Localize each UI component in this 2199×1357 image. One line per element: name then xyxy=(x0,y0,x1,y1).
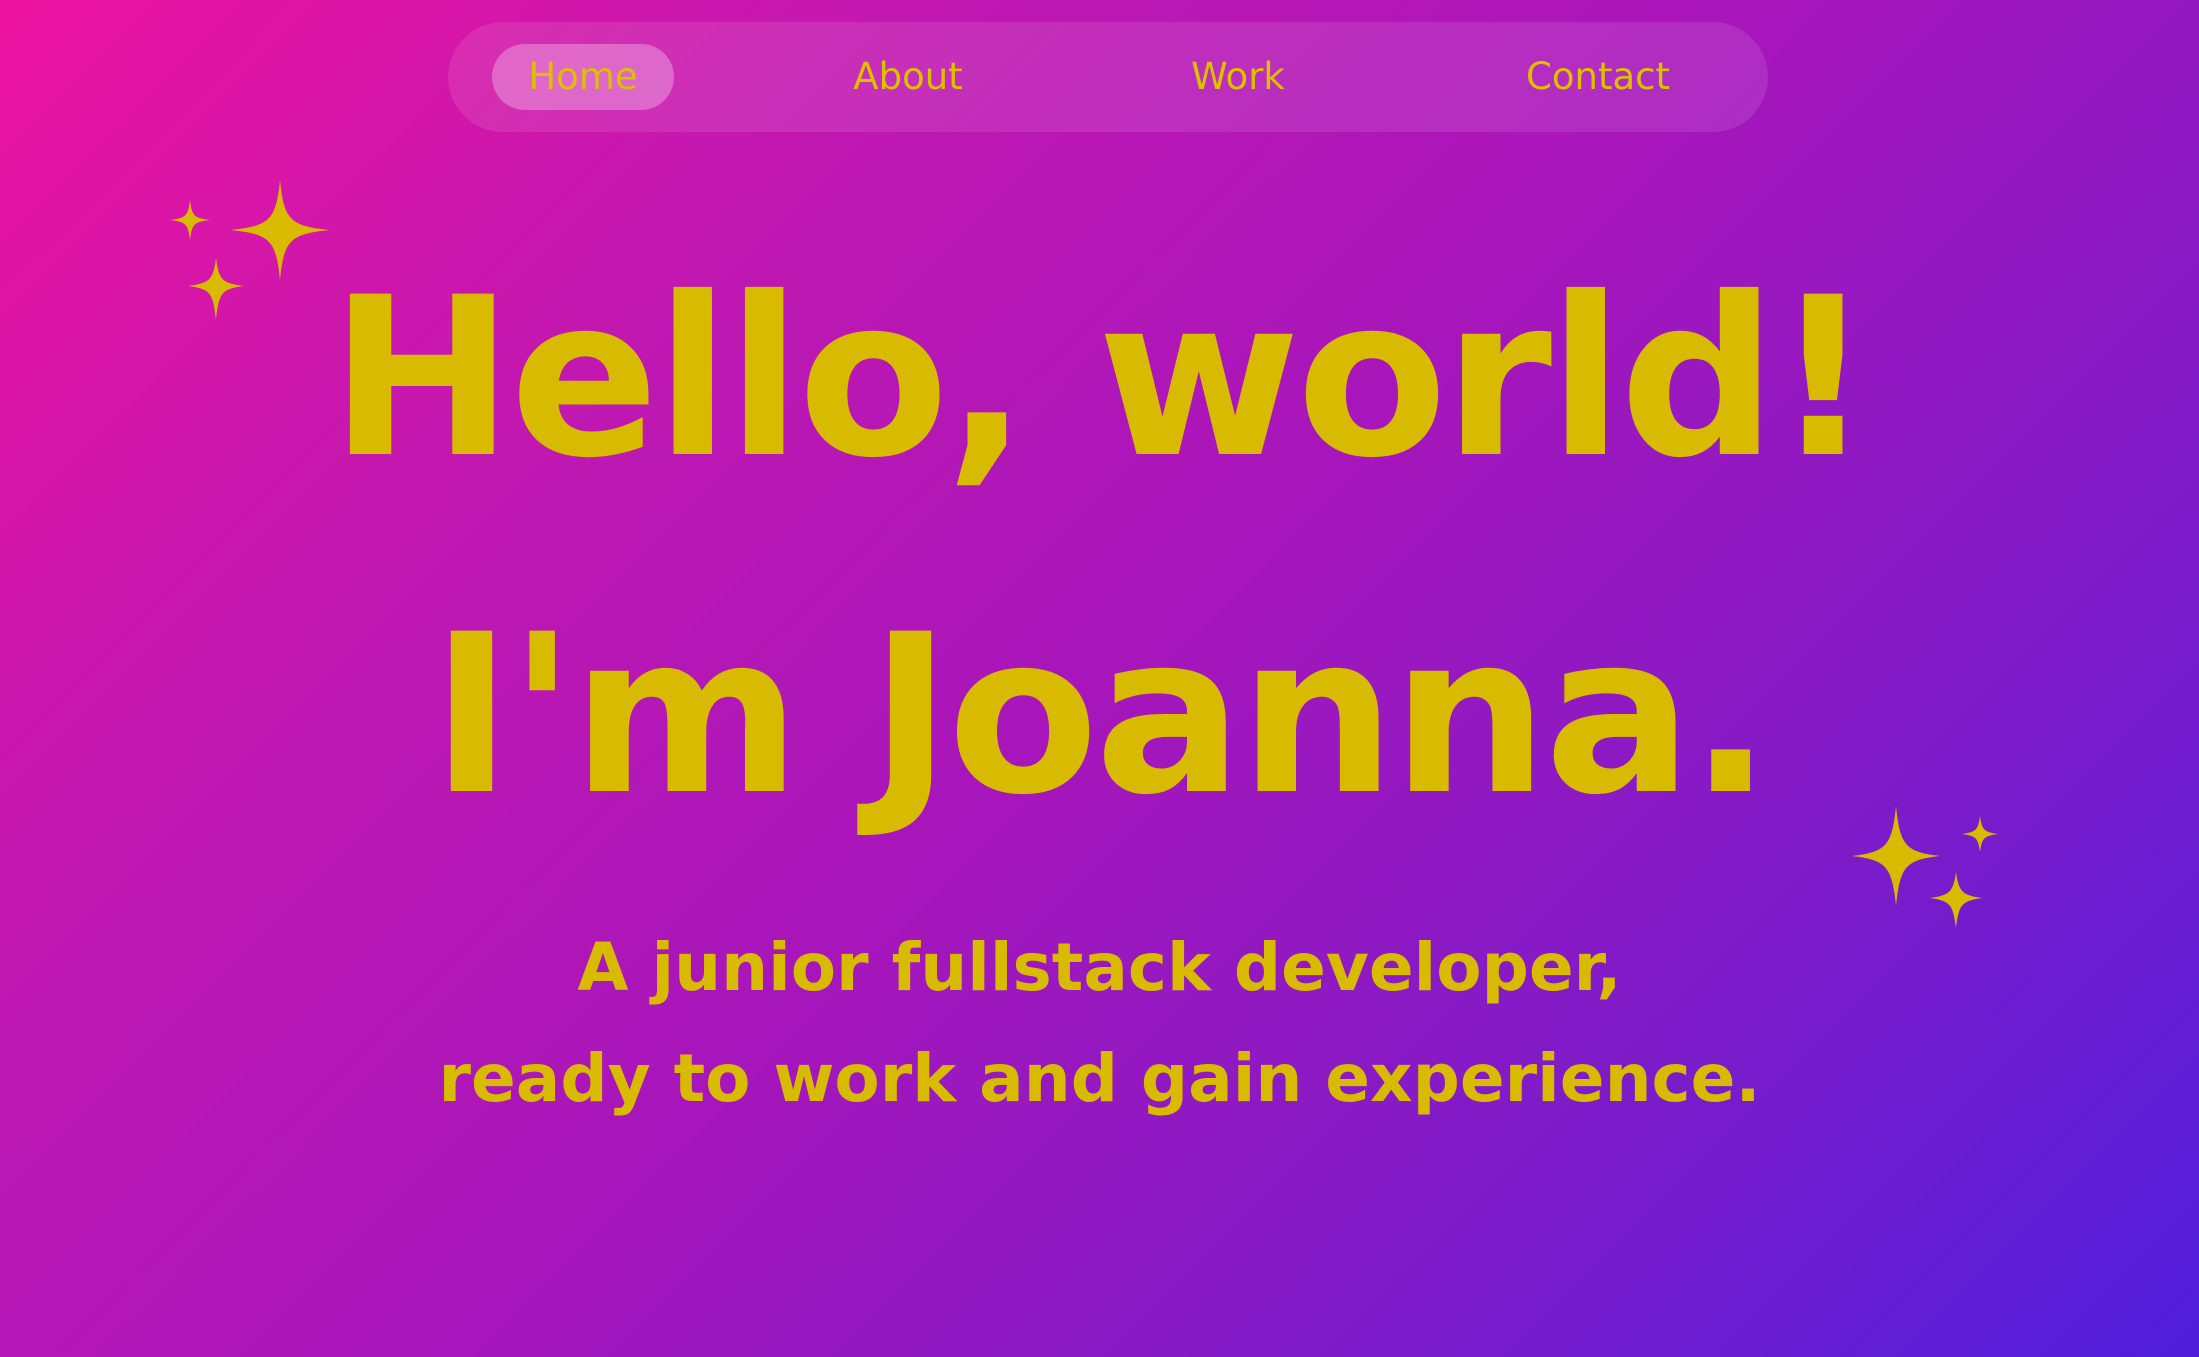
sparkles-icon xyxy=(1852,806,1998,928)
nav-item-work[interactable]: Work xyxy=(1168,44,1308,110)
main-navigation: Home About Work Contact xyxy=(448,22,1768,132)
nav-item-home[interactable]: Home xyxy=(492,44,674,110)
nav-item-contact[interactable]: Contact xyxy=(1508,44,1688,110)
hero-subtitle-line1: A junior fullstack developer, xyxy=(577,929,1622,1006)
hero-page: Home About Work Contact Hello, world! I'… xyxy=(0,0,2199,1357)
hero-headline-line2: I'm Joanna. xyxy=(430,587,1773,843)
hero-subtitle-line2: ready to work and gain experience. xyxy=(438,1040,1761,1117)
hero-headline-line1: Hello, world! xyxy=(329,250,1874,506)
nav-item-about[interactable]: About xyxy=(828,44,988,110)
